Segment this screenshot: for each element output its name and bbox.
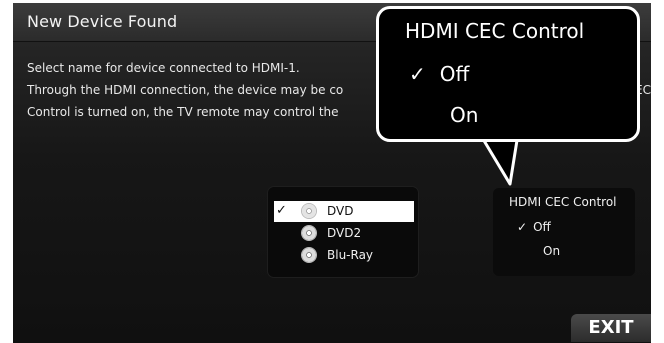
cec-option-label: Off [533, 220, 551, 234]
zoom-callout: HDMI CEC Control ✓ Off On [376, 6, 640, 142]
dialog-title: New Device Found [27, 12, 178, 31]
device-option-label: DVD2 [327, 226, 362, 240]
cec-option-on[interactable]: On [543, 244, 560, 258]
device-name-list: ✓ DVD DVD2 Blu-Ray [268, 187, 418, 277]
device-option-label: Blu-Ray [327, 248, 374, 262]
hdmi-cec-control-panel: HDMI CEC Control ✓ Off On [493, 188, 635, 276]
callout-option-off[interactable]: ✓ Off [409, 62, 469, 86]
checkmark-icon: ✓ [276, 203, 287, 218]
exit-button[interactable]: EXIT [571, 314, 651, 342]
description-line-2: Through the HDMI connection, the device … [27, 79, 651, 101]
callout-title: HDMI CEC Control [405, 19, 585, 43]
disc-icon [302, 204, 316, 218]
device-option-label: DVD [327, 204, 354, 218]
cec-option-off[interactable]: ✓ Off [517, 220, 551, 234]
device-option-dvd[interactable]: ✓ DVD [274, 201, 414, 222]
checkmark-icon: ✓ [517, 220, 528, 234]
callout-option-label: On [450, 103, 479, 127]
device-option-bluray[interactable]: Blu-Ray [274, 245, 414, 266]
description-line-2-text: Through the HDMI connection, the device … [27, 83, 344, 97]
disc-icon [302, 248, 316, 262]
disc-icon [302, 226, 316, 240]
description-line-3: Control is turned on, the TV remote may … [27, 105, 339, 119]
callout-option-on[interactable]: On [450, 103, 478, 127]
device-option-dvd2[interactable]: DVD2 [274, 223, 414, 244]
checkmark-icon: ✓ [409, 62, 426, 86]
cec-option-label: On [543, 244, 561, 258]
cec-panel-title: HDMI CEC Control [509, 195, 617, 209]
callout-option-label: Off [439, 62, 470, 86]
dialog-description: Select name for device connected to HDMI… [27, 57, 651, 123]
description-line-1: Select name for device connected to HDMI… [27, 61, 300, 75]
